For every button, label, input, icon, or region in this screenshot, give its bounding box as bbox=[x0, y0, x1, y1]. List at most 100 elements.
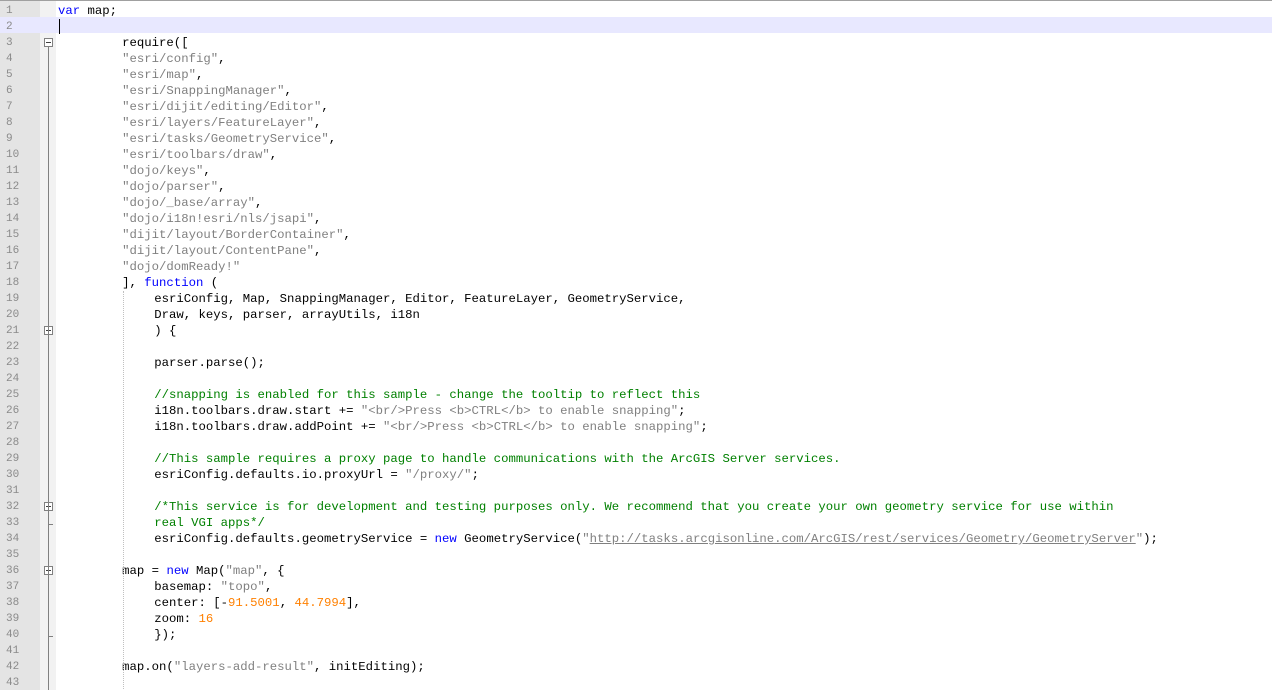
code-token: new bbox=[434, 532, 457, 546]
code-line[interactable]: 3 require([ bbox=[0, 33, 1272, 50]
code-token: "dojo/keys" bbox=[122, 164, 204, 178]
code-token: "dojo/i18n!esri/nls/jsapi" bbox=[122, 212, 315, 226]
code-line[interactable]: 14 "dojo/i18n!esri/nls/jsapi", bbox=[0, 209, 1272, 226]
text-cursor bbox=[59, 19, 60, 34]
code-line[interactable]: 24 bbox=[0, 369, 1272, 385]
code-token: , bbox=[284, 84, 292, 98]
fold-range-end bbox=[48, 524, 53, 525]
code-token: "esri/SnappingManager" bbox=[122, 84, 285, 98]
code-token: , bbox=[264, 580, 273, 594]
code-token: "esri/layers/FeatureLayer" bbox=[122, 116, 315, 130]
code-line[interactable]: 29//This sample requires a proxy page to… bbox=[0, 449, 1272, 466]
code-line[interactable]: 1 var map; bbox=[0, 1, 1272, 18]
code-line[interactable]: 13 "dojo/_base/array", bbox=[0, 193, 1272, 210]
code-line[interactable]: 41 bbox=[0, 641, 1272, 657]
code-line[interactable]: 26 i18n.toolbars.draw.start += "<br/>Pres… bbox=[0, 401, 1272, 418]
code-token: "/proxy/" bbox=[405, 468, 472, 482]
code-token: 91.5001 bbox=[228, 596, 280, 610]
code-token: parser.parse(); bbox=[154, 356, 265, 370]
code-token: " bbox=[1135, 532, 1144, 546]
code-line[interactable]: 12 "dojo/parser", bbox=[0, 177, 1272, 194]
code-token: real VGI apps*/ bbox=[154, 516, 265, 530]
code-token: esriConfig, Map, SnappingManager, Editor… bbox=[154, 292, 686, 306]
code-line[interactable]: 17 "dojo/domReady!" bbox=[0, 257, 1272, 274]
fold-range-line bbox=[48, 575, 49, 636]
code-line[interactable]: 30 esriConfig.defaults.io.proxyUrl = "/pr… bbox=[0, 465, 1272, 482]
code-line[interactable]: 35 bbox=[0, 545, 1272, 561]
code-token: GeometryService( bbox=[456, 532, 583, 546]
code-token: ) { bbox=[154, 324, 177, 338]
code-line[interactable]: 9 "esri/tasks/GeometryService", bbox=[0, 129, 1272, 146]
code-line[interactable]: 22 bbox=[0, 337, 1272, 353]
code-line[interactable]: 38 center: [-91.5001, 44.7994], bbox=[0, 593, 1272, 610]
code-line[interactable]: 2 bbox=[0, 17, 1272, 34]
code-line[interactable]: 23 parser.parse(); bbox=[0, 353, 1272, 370]
code-line[interactable]: 34 esriConfig.defaults.geometryService = … bbox=[0, 529, 1272, 546]
code-line[interactable]: 8 "esri/layers/FeatureLayer", bbox=[0, 113, 1272, 130]
code-token: //This sample requires a proxy page to h… bbox=[154, 452, 841, 466]
code-line[interactable]: 37 basemap: "topo", bbox=[0, 577, 1272, 594]
code-line[interactable]: 43 bbox=[0, 673, 1272, 689]
code-line[interactable]: 20 Draw, keys, parser, arrayUtils, i18n bbox=[0, 305, 1272, 322]
code-line[interactable]: 39 zoom: 16 bbox=[0, 609, 1272, 626]
code-token: "map" bbox=[225, 564, 263, 578]
code-token: require([ bbox=[122, 36, 189, 50]
code-token: basemap: bbox=[154, 580, 221, 594]
code-line[interactable]: 27 i18n.toolbars.draw.addPoint += "<br/>P… bbox=[0, 417, 1272, 434]
code-token: var bbox=[58, 4, 81, 18]
code-token: "esri/config" bbox=[122, 52, 219, 66]
code-token: "dojo/_base/array" bbox=[122, 196, 255, 210]
code-token: , bbox=[314, 212, 322, 226]
code-line[interactable]: 36 map = new Map("map", { bbox=[0, 561, 1272, 578]
code-token: ], bbox=[122, 276, 145, 290]
code-token: , bbox=[343, 228, 351, 242]
code-line[interactable]: 42 map.on("layers-add-result", initEditin… bbox=[0, 657, 1272, 674]
code-line[interactable]: 7 "esri/dijit/editing/Editor", bbox=[0, 97, 1272, 114]
code-token: " bbox=[582, 532, 590, 546]
code-token: ; bbox=[700, 420, 708, 434]
code-line[interactable]: 16 "dijit/layout/ContentPane", bbox=[0, 241, 1272, 258]
code-token: "esri/map" bbox=[122, 68, 196, 82]
code-token: function bbox=[144, 276, 204, 290]
code-token: Draw, keys, parser, arrayUtils, i18n bbox=[154, 308, 420, 322]
code-line[interactable]: 28 bbox=[0, 433, 1272, 449]
code-token: /*This service is for development and te… bbox=[154, 500, 1114, 514]
code-line[interactable]: 18], function ( bbox=[0, 273, 1272, 290]
code-line[interactable]: 19 esriConfig, Map, SnappingManager, Edit… bbox=[0, 289, 1272, 306]
code-token: Map( bbox=[188, 564, 226, 578]
code-token: "<br/>Press <b>CTRL</b> to enable snappi… bbox=[383, 420, 701, 434]
code-line[interactable]: 10 "esri/toolbars/draw", bbox=[0, 145, 1272, 162]
code-line[interactable]: 25//snapping is enabled for this sample … bbox=[0, 385, 1272, 402]
code-line[interactable]: 4 "esri/config", bbox=[0, 49, 1272, 66]
code-line[interactable]: 15 "dijit/layout/BorderContainer", bbox=[0, 225, 1272, 242]
code-token: i18n.toolbars.draw.addPoint += bbox=[154, 420, 383, 434]
code-editor[interactable]: 1 var map; 2 3 require([4 "esri/config", 5 "esr… bbox=[0, 0, 1272, 690]
code-token: 44.7994 bbox=[294, 596, 347, 610]
code-token: , bbox=[321, 100, 329, 114]
code-token: //snapping is enabled for this sample - … bbox=[154, 388, 701, 402]
code-token: 16 bbox=[198, 612, 214, 626]
code-token: , bbox=[269, 148, 278, 162]
code-line[interactable]: 6 "esri/SnappingManager", bbox=[0, 81, 1272, 98]
code-token: , bbox=[314, 116, 322, 130]
url-link[interactable]: http://tasks.arcgisonline.com/ArcGIS/res… bbox=[590, 532, 1136, 546]
code-line[interactable]: 5 "esri/map", bbox=[0, 65, 1272, 82]
code-line[interactable]: 21) { bbox=[0, 321, 1272, 338]
code-token: "dijit/layout/ContentPane" bbox=[122, 244, 315, 258]
code-token: ); bbox=[1143, 532, 1158, 546]
code-token: , initEditing); bbox=[314, 660, 425, 674]
code-line[interactable]: 40}); bbox=[0, 625, 1272, 642]
code-line[interactable]: 32/*This service is for development and … bbox=[0, 497, 1272, 514]
code-token: ; bbox=[678, 404, 686, 418]
code-token: "layers-add-result" bbox=[173, 660, 315, 674]
code-line[interactable]: 31 bbox=[0, 481, 1272, 497]
code-token: esriConfig.defaults.geometryService = bbox=[154, 532, 435, 546]
code-token: "esri/tasks/GeometryService" bbox=[122, 132, 329, 146]
code-line[interactable]: 33 real VGI apps*/ bbox=[0, 513, 1272, 530]
fold-toggle-icon[interactable] bbox=[44, 38, 53, 47]
line-number: 43 bbox=[6, 677, 20, 689]
code-line[interactable]: 11 "dojo/keys", bbox=[0, 161, 1272, 178]
code-token: map; bbox=[80, 4, 118, 18]
code-token: , bbox=[328, 132, 337, 146]
code-token: zoom: bbox=[154, 612, 199, 626]
